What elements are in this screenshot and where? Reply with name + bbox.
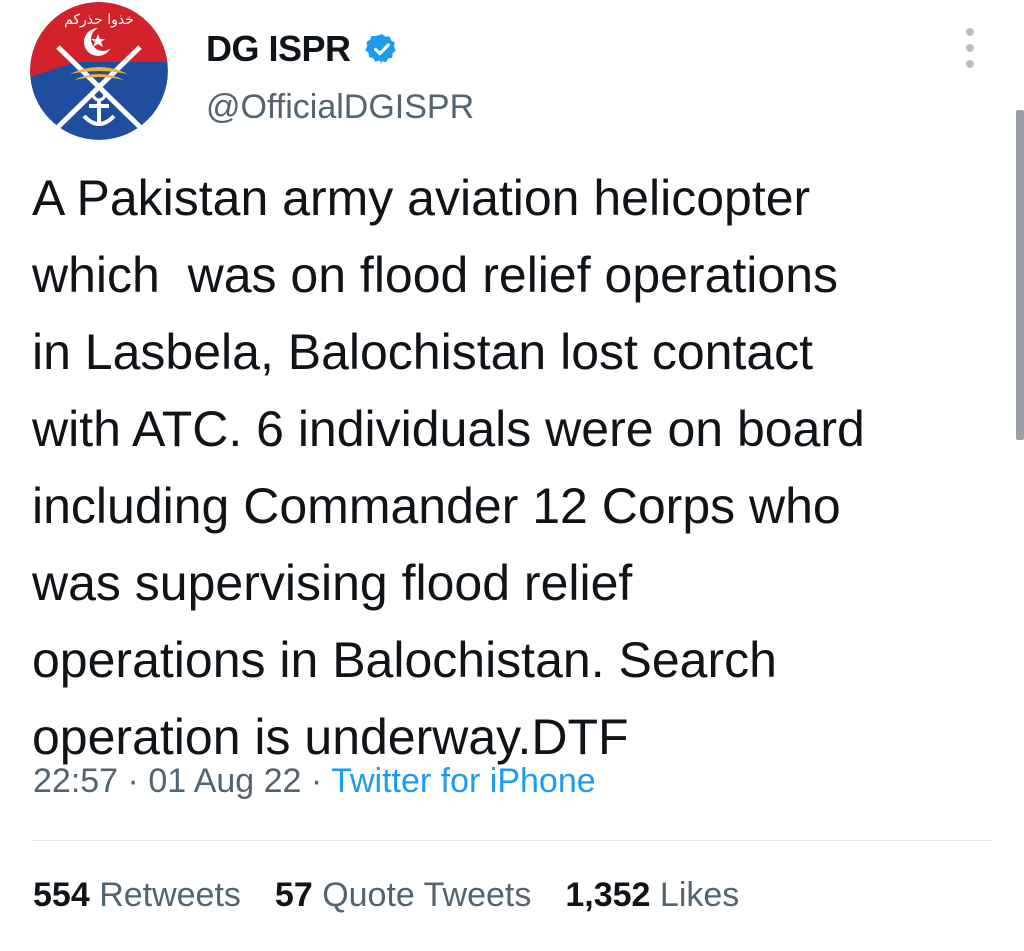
author-handle[interactable]: @OfficialDGISPR [206,88,474,127]
tweet-line: A Pakistan army aviation helicopter [32,170,811,226]
meta-separator: · [301,762,332,800]
quote-tweets-label: Quote Tweets [322,876,532,914]
verified-badge-icon [364,32,399,66]
emblem-motto: خذوا حذركم [64,12,134,28]
tweet-time[interactable]: 22:57 [33,762,118,800]
tweet-text: A Pakistan army aviation helicopter whic… [32,160,1002,776]
meta-separator: · [118,762,149,800]
tweet-meta: 22:57 · 01 Aug 22 · Twitter for iPhone [33,762,596,801]
retweets-stat[interactable]: 554 Retweets [33,876,241,915]
tweet-stats: 554 Retweets 57 Quote Tweets 1,352 Likes [33,876,773,915]
tweet-line: operations in Balochistan. Search [32,632,777,688]
quote-tweets-stat[interactable]: 57 Quote Tweets [275,876,531,915]
likes-stat[interactable]: 1,352 Likes [565,876,739,915]
author-name-row[interactable]: DG ISPR [206,28,399,70]
tweet-line: with ATC. 6 individuals were on board [32,401,865,457]
likes-count: 1,352 [565,876,651,914]
more-options-icon[interactable] [960,28,980,68]
likes-label: Likes [659,876,740,914]
divider [32,840,992,841]
tweet-line: was supervising flood relief [32,555,633,611]
tweet-line: in Lasbela, Balochistan lost contact [32,324,814,380]
dg-ispr-emblem-icon: خذوا حذركم [30,2,168,140]
tweet-date[interactable]: 01 Aug 22 [148,762,301,800]
scrollbar[interactable] [1016,110,1024,440]
profile-avatar[interactable]: خذوا حذركم [30,2,168,140]
tweet-source-link[interactable]: Twitter for iPhone [331,762,596,800]
quote-tweets-count: 57 [274,876,313,914]
author-name[interactable]: DG ISPR [206,28,351,70]
tweet-line: including Commander 12 Corps who [32,478,841,534]
retweets-count: 554 [33,876,90,914]
tweet-line: which was on flood relief operations [32,247,839,303]
retweets-label: Retweets [99,876,241,914]
